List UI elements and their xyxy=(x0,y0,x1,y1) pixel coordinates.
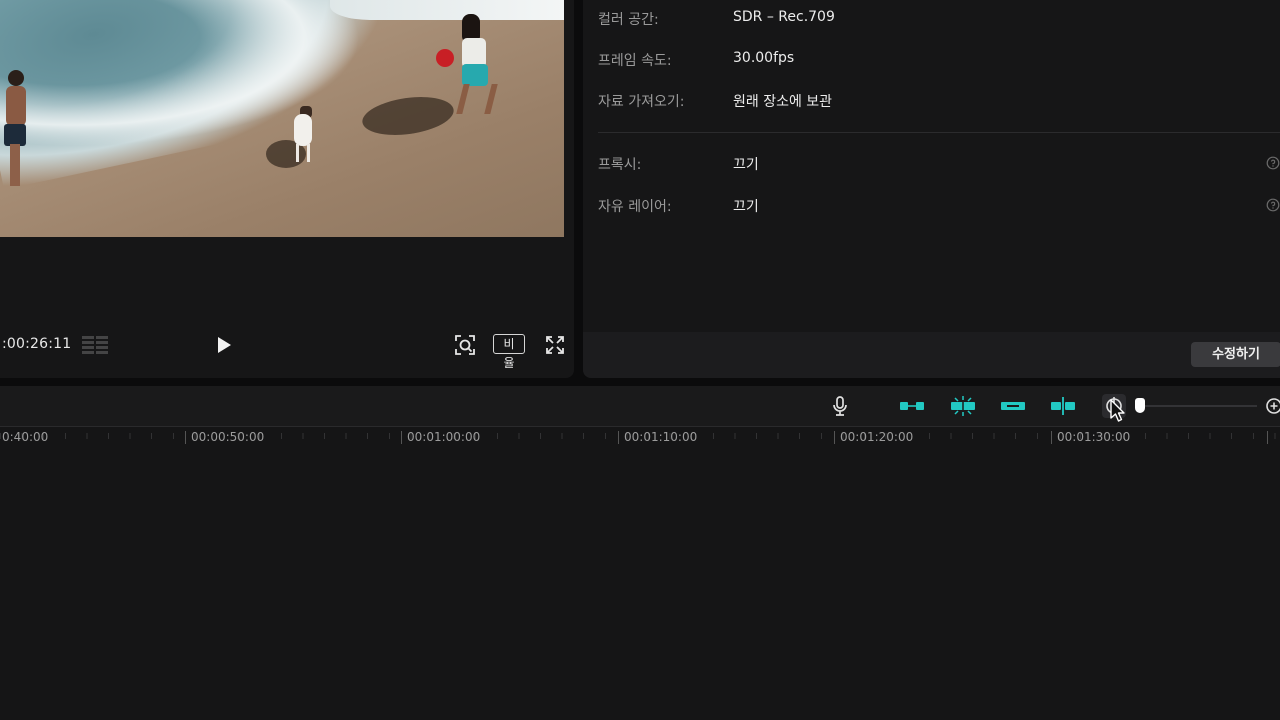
editor-window: :00:26:11 비율 컬러 공간: SDR – Rec.709 프레임 속도… xyxy=(0,0,1280,720)
play-icon[interactable] xyxy=(212,333,236,357)
prop-label: 자료 가져오기: xyxy=(598,94,685,110)
ruler-label: 00:00:50:00 xyxy=(185,431,264,444)
prop-label: 프레임 속도: xyxy=(598,53,672,69)
prop-row-frame-rate: 프레임 속도: 30.00fps xyxy=(598,50,1278,72)
fullscreen-icon[interactable] xyxy=(543,333,567,357)
prop-value: SDR – Rec.709 xyxy=(733,9,835,25)
properties-panel: 컬러 공간: SDR – Rec.709 프레임 속도: 30.00fps 자료… xyxy=(583,0,1280,378)
prop-row-proxy: 프록시: 끄기 xyxy=(598,154,1280,176)
prop-value: 30.00fps xyxy=(733,50,795,66)
ruler-label: 00:01:20:00 xyxy=(834,431,913,444)
edit-button[interactable]: 수정하기 xyxy=(1191,342,1280,367)
chain-icon[interactable] xyxy=(1000,394,1025,418)
prop-value: 끄기 xyxy=(733,199,759,215)
zoom-in-icon[interactable] xyxy=(1264,396,1280,416)
properties-footer: 수정하기 xyxy=(583,332,1280,378)
prop-row-color-space: 컬러 공간: SDR – Rec.709 xyxy=(598,9,1278,31)
help-icon[interactable] xyxy=(1266,156,1280,170)
ruler-label: 00:01:30:00 xyxy=(1051,431,1130,444)
prop-label: 자유 레이어: xyxy=(598,199,672,215)
prop-row-import: 자료 가져오기: 원래 장소에 보관 xyxy=(598,91,1278,113)
prop-row-free-layer: 자유 레이어: 끄기 xyxy=(598,196,1280,218)
ruler-label: 0:40:00 xyxy=(2,430,49,444)
zoom-slider[interactable] xyxy=(1135,398,1257,414)
preview-controls: :00:26:11 비율 xyxy=(0,326,574,370)
prop-value: 원래 장소에 보관 xyxy=(733,94,833,110)
person-left xyxy=(4,70,28,188)
prop-label: 컬러 공간: xyxy=(598,12,659,28)
magnet-icon[interactable] xyxy=(950,394,975,418)
zoom-thumb[interactable] xyxy=(1135,398,1145,413)
screenshot-icon[interactable] xyxy=(453,333,477,357)
microphone-icon[interactable] xyxy=(828,394,852,418)
link-icon[interactable] xyxy=(899,394,924,418)
prop-label: 프록시: xyxy=(598,157,642,173)
preview-axis-icon[interactable] xyxy=(1102,394,1126,418)
ruler-label-cutoff xyxy=(1267,431,1273,444)
ruler-label: 00:01:00:00 xyxy=(401,431,480,444)
ratio-button[interactable]: 비율 xyxy=(493,334,525,370)
dog-figure xyxy=(290,106,316,162)
current-timecode: :00:26:11 xyxy=(2,336,72,352)
timeline-toolbar xyxy=(0,386,1280,427)
timeline-track-area[interactable] xyxy=(0,451,1280,720)
grid-icon[interactable] xyxy=(81,335,109,355)
red-ball xyxy=(436,49,454,67)
divider xyxy=(598,132,1280,133)
split-icon[interactable] xyxy=(1050,394,1075,418)
ruler-label: 00:01:10:00 xyxy=(618,431,697,444)
preview-panel: :00:26:11 비율 xyxy=(0,0,574,378)
zoom-track xyxy=(1141,405,1257,407)
video-preview[interactable] xyxy=(0,0,564,237)
prop-value: 끄기 xyxy=(733,157,759,173)
timeline-ruler[interactable]: 0:40:00 00:00:50:00 00:01:00:00 00:01:10… xyxy=(0,427,1280,451)
help-icon[interactable] xyxy=(1266,198,1280,212)
